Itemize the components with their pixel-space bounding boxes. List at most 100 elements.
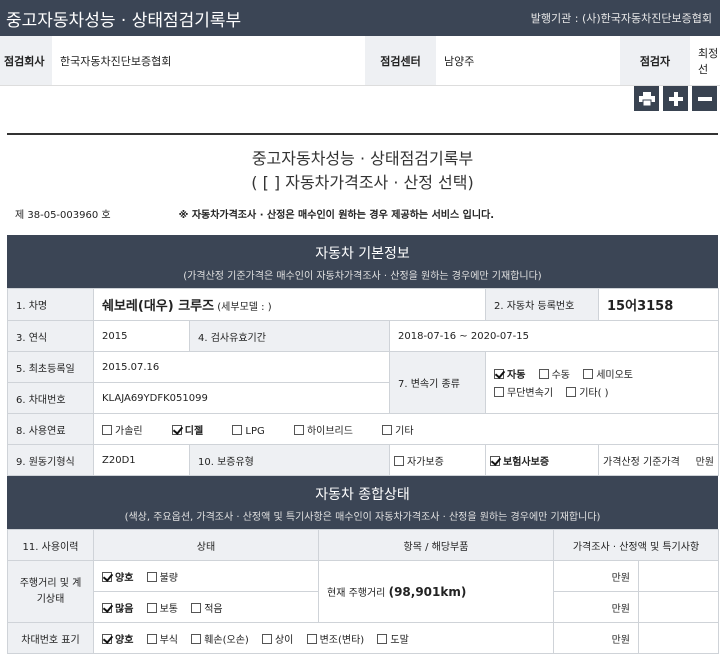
mileage-option-bad[interactable]: 불량 — [146, 569, 178, 584]
mileage-item: 현재 주행거리 (98,901km) — [318, 560, 554, 623]
mileage-option-high[interactable]: 많음 — [102, 600, 133, 615]
car-name-label: 1. 차명 — [7, 288, 94, 321]
document-title: 중고자동차성능 · 상태점검기록부 — [251, 149, 474, 168]
fuel-option-gasoline[interactable]: 가솔린 — [102, 422, 143, 437]
engine-label: 9. 원동기형식 — [7, 444, 94, 476]
record-sheet: 중고자동차성능 · 상태점검기록부 ( [ ] 자동차가격조사 · 산정 선택)… — [7, 133, 720, 654]
car-name-value: 쉐보레(대우) 크루즈 — [102, 299, 215, 314]
vin-option-mismatch[interactable]: 상이 — [261, 631, 293, 646]
vin-label: 6. 차대번호 — [7, 382, 94, 414]
warranty-label: 10. 보증유형 — [189, 444, 390, 476]
mileage-item-label: 현재 주행거리 — [327, 588, 386, 599]
trans-option-auto[interactable]: 자동 — [494, 366, 525, 381]
checkbox-icon — [191, 633, 202, 644]
fuel-option-hybrid[interactable]: 하이브리드 — [293, 422, 353, 437]
mileage-status-options: 양호 불량 — [93, 560, 319, 592]
plus-icon — [668, 91, 683, 106]
checkbox-icon — [583, 369, 594, 379]
checkbox-icon — [494, 387, 505, 397]
toolbar — [634, 86, 717, 111]
overall-status-header: 자동차 종합상태 (색상, 주요옵션, 가격조사 · 산정액 및 특기사항은 매… — [7, 476, 718, 529]
checkbox-icon — [377, 633, 388, 644]
fuel-option-lpg[interactable]: LPG — [232, 424, 265, 437]
trans-option-semi[interactable]: 세미오토 — [583, 366, 633, 381]
vin-option-painted[interactable]: 도말 — [377, 631, 409, 646]
basic-info-heading: 자동차 기본정보 — [315, 246, 410, 262]
expand-button[interactable] — [663, 86, 688, 111]
validity-label: 4. 검사유효기간 — [189, 320, 390, 352]
checkbox-checked-icon — [102, 571, 112, 582]
vin-option-corrosion[interactable]: 부식 — [146, 631, 178, 646]
print-icon — [638, 91, 655, 106]
checkbox-icon — [146, 633, 157, 644]
checkbox-checked-icon — [494, 369, 505, 379]
col-status: 상태 — [93, 529, 319, 561]
transmission-options: 자동 수동 세미오토 무단변속기 기타( ) — [485, 351, 720, 414]
vin-price-unit: 만원 — [553, 622, 639, 654]
center-label: 점검센터 — [365, 36, 436, 85]
price-cell: 가격산정 기준가격 만원 — [598, 444, 720, 476]
mileage-option-good[interactable]: 양호 — [102, 569, 133, 584]
mileage-option-low[interactable]: 적음 — [191, 600, 223, 615]
price-label: 가격산정 기준가격 — [603, 456, 680, 468]
vin-value: KLAJA69YDFK051099 — [93, 382, 390, 414]
center-value: 남양주 — [444, 54, 475, 68]
vin-option-damage[interactable]: 훼손(오손) — [191, 631, 249, 646]
mileage-remark-2 — [637, 591, 720, 623]
overall-status-heading: 자동차 종합상태 — [315, 487, 410, 503]
trans-option-cvt[interactable]: 무단변속기 — [494, 384, 553, 399]
document-number: 제 38-05-003960 호 — [15, 209, 111, 221]
inspector-value: 최정선 — [698, 46, 719, 76]
checkbox-checked-icon — [490, 455, 501, 466]
first-reg-label: 5. 최초등록일 — [7, 351, 94, 383]
warranty-options-2: 보험사보증 — [485, 444, 600, 476]
basic-info-table: 1. 차명 쉐보레(대우) 크루즈 (세부모델 : ) 2. 자동차 등록번호 … — [7, 288, 720, 476]
vin-marking-options: 양호 부식 훼손(오손) 상이 변조(변타) 도말 — [93, 622, 554, 654]
mileage-price-unit-2: 만원 — [553, 591, 639, 623]
checkbox-icon — [261, 633, 272, 644]
car-name-cell: 쉐보레(대우) 크루즈 (세부모델 : ) — [92, 288, 487, 321]
fuel-option-diesel[interactable]: 디젤 — [171, 422, 203, 437]
mileage-option-normal[interactable]: 보통 — [146, 600, 178, 615]
document-subtitle: ( [ ] 자동차가격조사 · 산정 선택) — [251, 173, 474, 192]
col-item: 항목 / 해당부품 — [318, 529, 554, 561]
basic-info-note: (가격산정 기준가격은 매수인이 자동차가격조사 · 산정을 원하는 경우에만 … — [183, 271, 542, 282]
checkbox-icon — [232, 424, 243, 435]
checkbox-icon — [102, 424, 112, 435]
issuer-text: 발행기관 : (사)한국자동차진단보증협회 — [530, 12, 712, 25]
warranty-option-self[interactable]: 자가보증 — [394, 453, 444, 468]
checkbox-checked-icon — [102, 633, 112, 644]
document-meta: 제 38-05-003960 호 ※ 자동차가격조사 · 산정은 매수인이 원하… — [7, 203, 718, 223]
fuel-option-other[interactable]: 기타 — [382, 422, 414, 437]
company-label: 점검회사 — [0, 36, 52, 85]
warranty-option-insurance[interactable]: 보험사보증 — [490, 453, 549, 468]
service-notice: ※ 자동차가격조사 · 산정은 매수인이 원하는 경우 제공하는 서비스 입니다… — [178, 209, 495, 221]
checkbox-icon — [191, 602, 202, 613]
checkbox-checked-icon — [171, 424, 182, 435]
vin-option-altered[interactable]: 변조(변타) — [306, 631, 364, 646]
mileage-amount-options: 많음 보통 적음 — [93, 591, 319, 623]
year-label: 3. 연식 — [7, 320, 94, 352]
fuel-options: 가솔린 디젤 LPG 하이브리드 기타 — [92, 413, 720, 445]
warranty-options: 자가보증 — [388, 444, 487, 476]
vin-option-good[interactable]: 양호 — [102, 631, 133, 646]
price-unit: 만원 — [695, 456, 715, 468]
company-value: 한국자동차진단보증협회 — [60, 54, 172, 68]
trans-option-other[interactable]: 기타( ) — [566, 384, 609, 399]
mileage-label: 주행거리 및 계기상태 — [7, 560, 94, 623]
print-button[interactable] — [634, 86, 659, 111]
year-value: 2015 — [93, 320, 190, 352]
trans-option-manual[interactable]: 수동 — [538, 366, 570, 381]
vin-marking-label: 차대번호 표기 — [7, 622, 94, 654]
col-history: 11. 사용이력 — [7, 529, 94, 561]
inspector-label: 점검자 — [620, 36, 690, 85]
checkbox-checked-icon — [102, 602, 112, 613]
checkbox-icon — [538, 369, 549, 379]
engine-value: Z20D1 — [93, 444, 190, 476]
validity-value: 2018-07-16 ~ 2020-07-15 — [388, 320, 720, 352]
app-title: 중고자동차성능 · 상태점검기록부 — [6, 10, 242, 31]
transmission-label: 7. 변속기 종류 — [388, 351, 487, 414]
checkbox-icon — [146, 602, 157, 613]
collapse-button[interactable] — [692, 86, 717, 111]
mileage-value: (98,901km) — [388, 585, 467, 599]
